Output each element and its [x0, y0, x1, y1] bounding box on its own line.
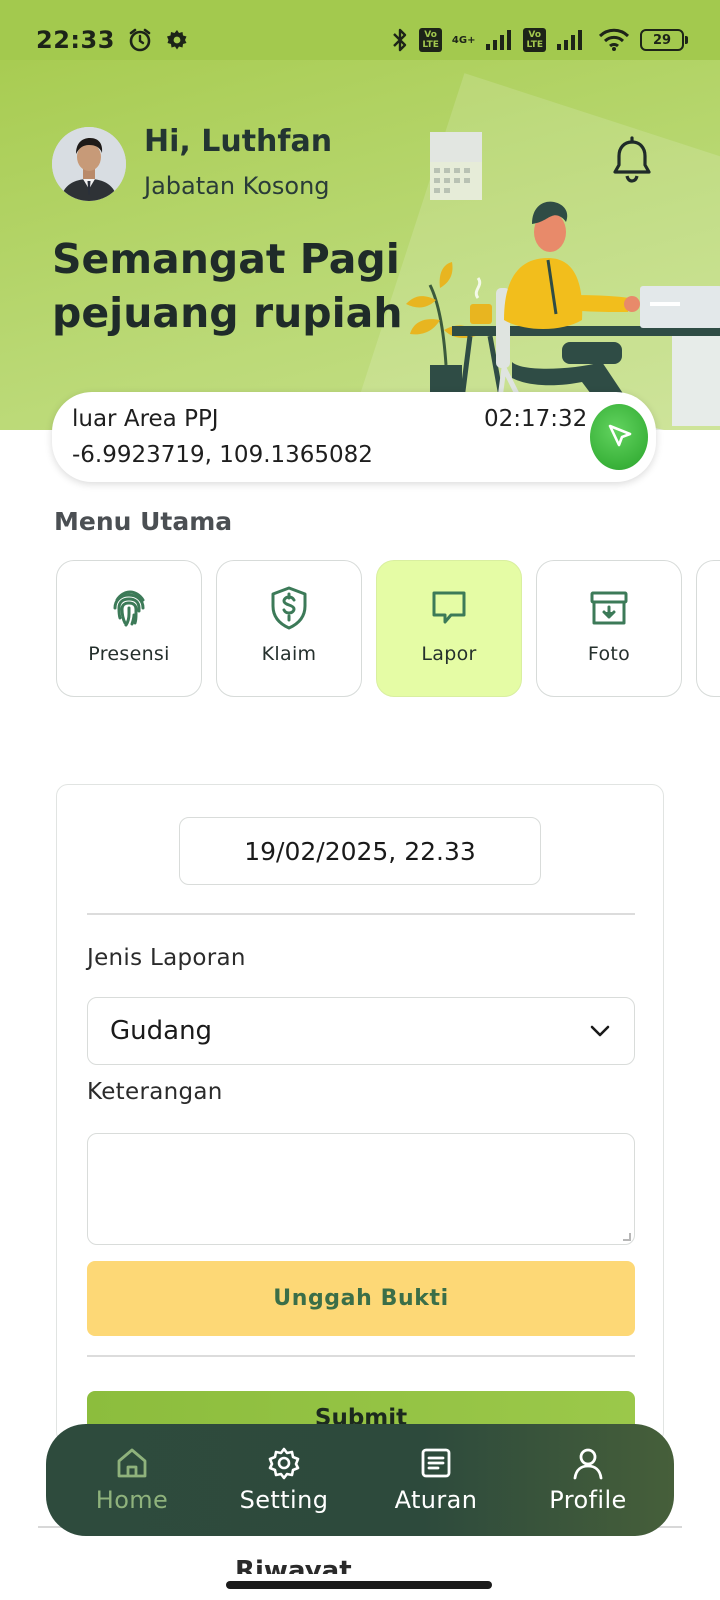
menu-item-more[interactable]: [696, 560, 720, 697]
upload-proof-button[interactable]: Unggah Bukti: [87, 1261, 635, 1336]
gear-icon: [267, 1446, 301, 1480]
headline: Semangat Pagi pejuang rupiah: [52, 232, 412, 340]
menu-item-klaim[interactable]: Klaim: [216, 560, 362, 697]
location-coordinates: -6.9923719, 109.1365082: [72, 442, 373, 468]
menu-label: Presensi: [88, 643, 170, 665]
status-time: 22:33: [36, 26, 115, 54]
nav-item-home[interactable]: Home: [62, 1446, 202, 1514]
history-title: Riwayat: [235, 1556, 352, 1574]
nav-label: Profile: [549, 1486, 627, 1514]
menu-item-foto[interactable]: Foto: [536, 560, 682, 697]
report-type-select[interactable]: Gudang: [87, 997, 635, 1065]
navigation-arrow-icon: [608, 424, 632, 447]
fingerprint-icon: [106, 585, 152, 631]
position-label: Jabatan Kosong: [144, 172, 330, 200]
location-time: 02:17:32: [484, 406, 588, 432]
location-area: luar Area PPJ: [72, 406, 219, 432]
volte-icon: Vo LTE: [523, 28, 546, 52]
menu-item-lapor[interactable]: Lapor: [376, 560, 522, 697]
greeting-name: Hi, Luthfan: [144, 124, 333, 159]
home-indicator[interactable]: [226, 1581, 492, 1589]
settings-gear-icon: [165, 28, 189, 52]
divider: [87, 913, 635, 915]
user-icon: [571, 1446, 605, 1480]
bluetooth-icon: [391, 27, 409, 53]
report-form: 19/02/2025, 22.33 Jenis Laporan Gudang K…: [56, 784, 664, 1466]
headline-line-1: Semangat Pagi: [52, 235, 400, 283]
datetime-field[interactable]: 19/02/2025, 22.33: [179, 817, 541, 885]
menu-row: Presensi Klaim Lapor Foto: [56, 560, 720, 700]
nav-item-profile[interactable]: Profile: [518, 1446, 658, 1514]
wifi-icon: [598, 28, 630, 52]
locate-button[interactable]: [590, 404, 648, 470]
nav-label: Aturan: [394, 1486, 478, 1514]
avatar[interactable]: [52, 127, 126, 201]
home-icon: [115, 1446, 149, 1480]
menu-item-presensi[interactable]: Presensi: [56, 560, 202, 697]
nav-item-aturan[interactable]: Aturan: [366, 1446, 506, 1514]
divider: [87, 1355, 635, 1357]
menu-label: Foto: [587, 643, 631, 665]
menu-title: Menu Utama: [54, 507, 233, 536]
notes-label: Keterangan: [87, 1079, 223, 1105]
volte-icon: Vo LTE: [419, 28, 442, 52]
report-type-label: Jenis Laporan: [87, 945, 246, 971]
signal-icon: [485, 29, 513, 51]
menu-label: Klaim: [261, 643, 317, 665]
hero-header: Hi, Luthfan Jabatan Kosong Semangat Pagi…: [0, 60, 720, 430]
menu-label: Lapor: [421, 643, 477, 665]
document-icon: [419, 1446, 453, 1480]
alarm-icon: [127, 27, 153, 53]
shield-dollar-icon: [266, 585, 312, 631]
nav-label: Home: [95, 1486, 169, 1514]
bottom-nav: Home Setting Aturan Profile: [46, 1424, 674, 1536]
location-card: luar Area PPJ 02:17:32 -6.9923719, 109.1…: [52, 392, 656, 482]
chevron-down-icon: [588, 1019, 612, 1043]
headline-line-2: pejuang rupiah: [52, 289, 403, 337]
report-type-value: Gudang: [110, 1016, 213, 1046]
net-tag: 4G+: [451, 34, 476, 46]
nav-label: Setting: [239, 1486, 329, 1514]
archive-download-icon: [586, 585, 632, 631]
message-square-icon: [426, 585, 472, 631]
notification-bell-icon[interactable]: [610, 136, 654, 184]
battery-indicator: 29: [640, 29, 688, 51]
office-illustration: [406, 132, 720, 430]
notes-textarea[interactable]: [87, 1133, 635, 1245]
signal-icon: [556, 29, 588, 51]
nav-item-setting[interactable]: Setting: [214, 1446, 354, 1514]
